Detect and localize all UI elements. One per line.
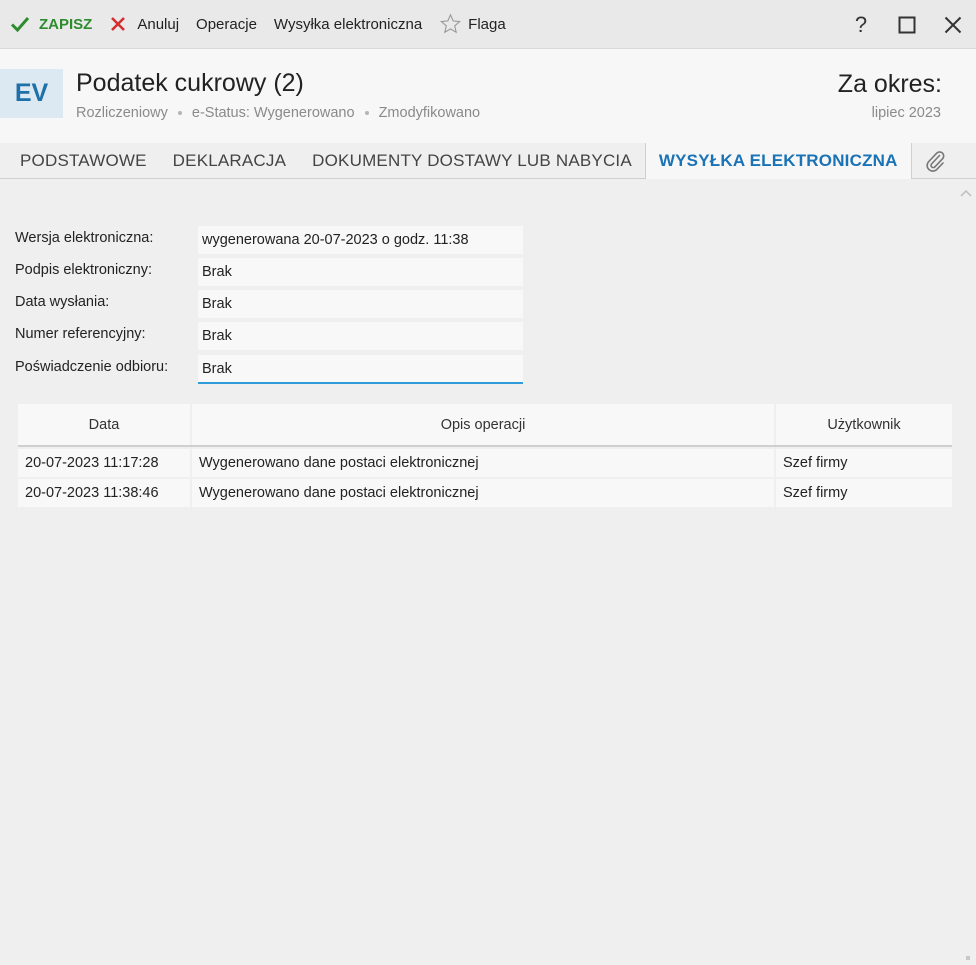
- save-button-label: ZAPISZ: [39, 15, 93, 33]
- receipt-confirmation-field[interactable]: Brak: [198, 355, 523, 384]
- tab-delivery-documents[interactable]: DOKUMENTY DOSTAWY LUB NABYCIA: [299, 143, 645, 178]
- separator-dot: [177, 111, 182, 115]
- close-window-button[interactable]: [930, 0, 976, 49]
- document-kind: Rozliczeniowy: [76, 105, 168, 121]
- e-status: e-Status: Wygenerowano: [191, 105, 355, 121]
- cell-description: Wygenerowano dane postaci elektronicznej: [192, 449, 774, 477]
- reference-number-label: Numer referencyjny:: [15, 326, 146, 342]
- cell-user: Szef firmy: [776, 479, 952, 507]
- maximize-icon: [898, 16, 916, 33]
- help-button[interactable]: ?: [838, 0, 884, 49]
- help-icon: ?: [854, 11, 868, 37]
- scroll-up-button[interactable]: [960, 184, 972, 202]
- tab-basic[interactable]: PODSTAWOWE: [0, 143, 160, 178]
- modified-status: Zmodyfikowano: [378, 105, 481, 121]
- send-date-field[interactable]: Brak: [198, 290, 523, 318]
- electronic-send-menu-label: Wysyłka elektroniczna: [273, 15, 423, 33]
- period-value[interactable]: lipiec 2023: [872, 105, 941, 121]
- tab-electronic-send[interactable]: WYSYŁKA ELEKTRONICZNA: [644, 143, 912, 179]
- star-icon: [440, 13, 462, 34]
- close-icon: [111, 17, 126, 31]
- electronic-signature-field[interactable]: Brak: [198, 258, 523, 286]
- separator-dot: [364, 111, 369, 115]
- document-type-badge: EV: [0, 69, 63, 118]
- document-title: Podatek cukrowy (2): [76, 69, 304, 97]
- operations-menu[interactable]: Operacje: [196, 16, 257, 33]
- electronic-signature-label: Podpis elektroniczny:: [15, 262, 153, 278]
- tab-declaration[interactable]: DEKLARACJA: [160, 143, 299, 178]
- window-controls: ?: [838, 0, 976, 49]
- document-header: EV Podatek cukrowy (2) Rozliczeniowy e-S…: [0, 49, 976, 143]
- resize-grip-icon: [966, 956, 970, 960]
- flag-button[interactable]: Flaga: [439, 13, 506, 35]
- electronic-version-label: Wersja elektroniczna:: [15, 230, 154, 246]
- paperclip-icon: [926, 150, 945, 172]
- period-label: Za okres:: [837, 70, 942, 98]
- grid-header: Data Opis operacji Użytkownik: [18, 404, 952, 447]
- column-header-user[interactable]: Użytkownik: [776, 404, 952, 445]
- save-button[interactable]: ZAPISZ: [10, 16, 92, 33]
- table-row[interactable]: 20-07-2023 11:17:28 Wygenerowano dane po…: [18, 449, 952, 477]
- electronic-send-menu[interactable]: Wysyłka elektroniczna: [274, 16, 422, 33]
- tab-bar: PODSTAWOWE DEKLARACJA DOKUMENTY DOSTAWY …: [0, 143, 976, 179]
- table-row[interactable]: 20-07-2023 11:38:46 Wygenerowano dane po…: [18, 479, 952, 507]
- send-date-label: Data wysłania:: [15, 294, 110, 310]
- checkmark-icon: [10, 17, 30, 32]
- cell-user: Szef firmy: [776, 449, 952, 477]
- maximize-button[interactable]: [884, 0, 930, 49]
- operations-menu-label: Operacje: [196, 15, 257, 33]
- resize-grip[interactable]: [966, 947, 970, 960]
- column-header-description[interactable]: Opis operacji: [192, 404, 774, 445]
- flag-button-label: Flaga: [468, 15, 506, 33]
- operations-grid: Data Opis operacji Użytkownik 20-07-2023…: [18, 404, 952, 507]
- cancel-button[interactable]: Anuluj: [110, 16, 179, 33]
- cell-description: Wygenerowano dane postaci elektronicznej: [192, 479, 774, 507]
- reference-number-field[interactable]: Brak: [198, 322, 523, 350]
- chevron-up-icon: [960, 190, 972, 197]
- close-window-icon: [944, 16, 962, 33]
- cancel-button-label: Anuluj: [137, 15, 180, 33]
- toolbar: ZAPISZ Anuluj Operacje Wysyłka elektroni…: [0, 0, 976, 49]
- column-header-date[interactable]: Data: [18, 404, 190, 445]
- cell-date: 20-07-2023 11:17:28: [18, 449, 190, 477]
- attachments-button[interactable]: [912, 143, 946, 178]
- receipt-confirmation-label: Poświadczenie odbioru:: [15, 359, 169, 375]
- cell-date: 20-07-2023 11:38:46: [18, 479, 190, 507]
- document-status-line: Rozliczeniowy e-Status: Wygenerowano Zmo…: [76, 105, 480, 121]
- electronic-version-field[interactable]: wygenerowana 20-07-2023 o godz. 11:38: [198, 226, 523, 254]
